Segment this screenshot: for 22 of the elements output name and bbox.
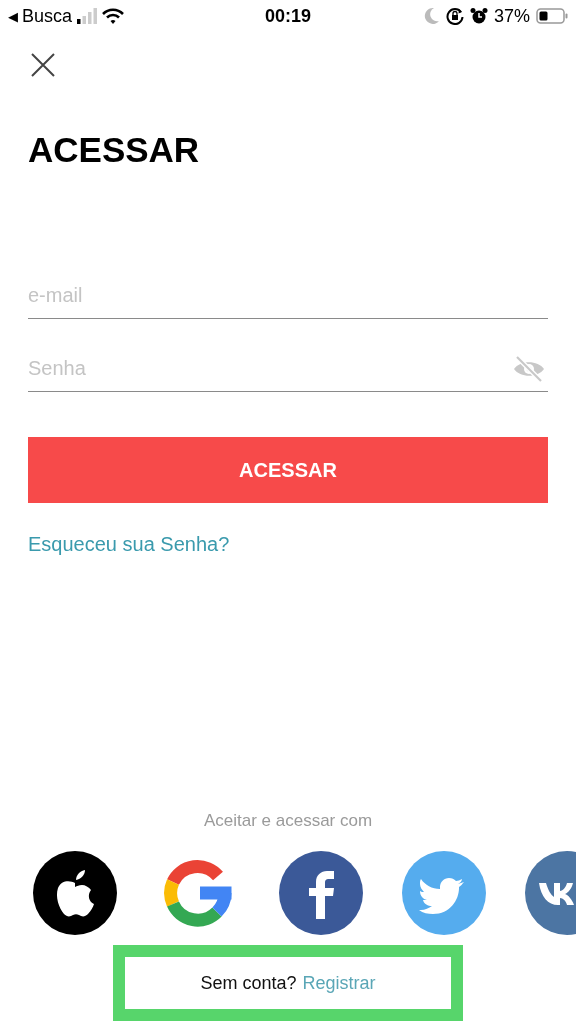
back-label[interactable]: Busca [22,5,73,27]
social-login-caption: Aceitar e acessar com [202,810,374,832]
back-arrow[interactable]: ◀ [8,8,18,24]
moon-icon [424,7,440,25]
password-field[interactable]: Senha [28,357,512,380]
clock-time: 00:19 [265,5,312,26]
alarm-clock-icon [470,7,488,25]
wifi-icon [102,8,125,24]
forgot-password-link[interactable]: Esqueceu sua Senha? [28,532,230,556]
register-link[interactable]: Registrar [302,972,376,994]
page-title: ACESSAR [28,133,201,167]
signal-icon [76,8,99,24]
email-field[interactable]: e-mail [28,283,548,307]
rotation-lock-icon [446,7,464,25]
twitter-logo-button[interactable] [402,851,486,935]
apple-logo-button[interactable] [33,851,117,935]
signup-prompt: Sem conta? [200,972,297,994]
battery-percentage: 37% [494,5,530,27]
facebook-logo-button[interactable] [279,851,363,935]
battery-icon [536,8,568,24]
login-button[interactable]: ACESSAR [28,437,548,503]
close-button[interactable] [31,53,55,77]
